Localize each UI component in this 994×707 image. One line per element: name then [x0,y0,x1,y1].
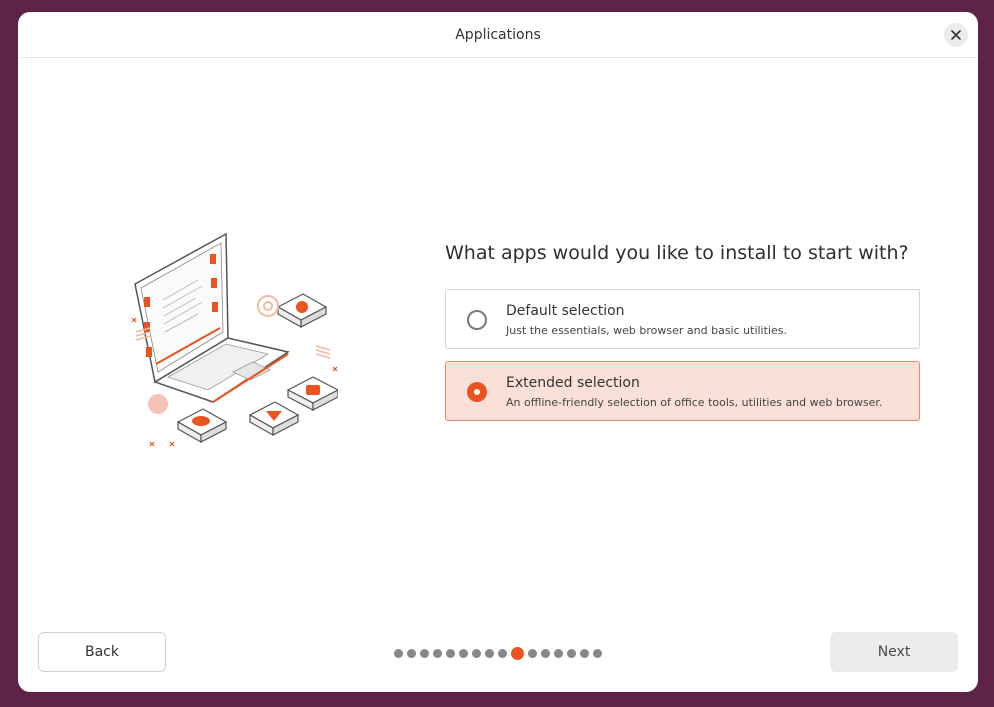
radio-default-selection[interactable] [467,310,487,330]
progress-dot [394,648,403,658]
progress-dot [420,648,429,658]
option-extended-selection[interactable]: Extended selection An offline-friendly s… [445,361,920,421]
progress-dot [567,648,576,658]
progress-dot [485,648,494,658]
option-title: Extended selection [506,375,640,391]
close-icon [951,30,961,40]
progress-dots [394,646,606,660]
progress-dot-active [511,646,524,660]
back-button[interactable]: Back [38,632,166,672]
option-default-selection[interactable]: Default selection Just the essentials, w… [445,289,920,349]
progress-dot [541,648,550,658]
page-question: What apps would you like to install to s… [445,242,909,264]
progress-dot [459,648,468,658]
progress-dot [433,648,442,658]
progress-dot [528,648,537,658]
progress-dot [580,648,589,658]
progress-dot [498,648,507,658]
next-button[interactable]: Next [830,632,958,672]
option-description: Just the essentials, web browser and bas… [506,324,787,337]
option-description: An offline-friendly selection of office … [506,396,883,409]
radio-extended-selection[interactable] [467,382,487,402]
window-title: Applications [455,26,541,43]
progress-dot [407,648,416,658]
progress-dot [593,648,602,658]
progress-dot [446,648,455,658]
progress-dot [554,648,563,658]
laptop-illustration [131,232,338,447]
titlebar: Applications [18,12,978,58]
option-title: Default selection [506,303,625,319]
close-button[interactable] [944,23,968,47]
progress-dot [472,648,481,658]
installer-window: Applications What apps would you like to… [18,12,978,692]
